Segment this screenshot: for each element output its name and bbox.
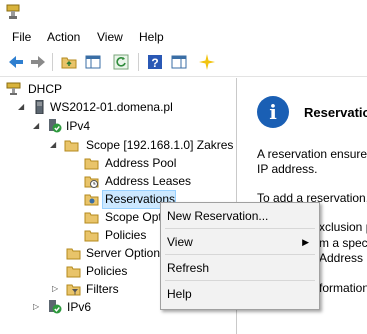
folder-up-icon[interactable] (60, 53, 78, 71)
expand-arrow-icon[interactable]: ▷ (52, 280, 62, 298)
details-text-line: formation (319, 281, 367, 295)
collapse-arrow-icon[interactable]: ◢ (18, 98, 28, 116)
context-menu: New Reservation... View ▶ Refresh Help (160, 202, 320, 310)
tree-label: Scope [192.168.1.0] Zakres D (86, 138, 237, 152)
tree-label: Policies (86, 264, 128, 278)
context-help[interactable]: Help (167, 287, 192, 301)
collapse-arrow-icon[interactable]: ◢ (50, 136, 60, 154)
context-view[interactable]: View (167, 235, 193, 249)
menu-action[interactable]: Action (47, 30, 80, 44)
context-separator (165, 280, 315, 281)
collapse-arrow-icon[interactable]: ◢ (33, 117, 43, 135)
details-text-line: Address P (319, 251, 367, 265)
folder-icon (84, 212, 99, 224)
details-text-line: m a specif (319, 236, 367, 250)
tree-label: Address Pool (105, 156, 177, 170)
properties-icon[interactable] (170, 53, 188, 71)
help-icon[interactable]: ? (146, 53, 164, 71)
menu-help[interactable]: Help (139, 30, 164, 44)
folder-clock-icon (84, 176, 99, 188)
folder-icon (66, 248, 81, 260)
toolbar-separator (138, 53, 139, 71)
folder-network-icon (84, 194, 99, 206)
title-bar (0, 0, 367, 26)
tree-label: Policies (105, 228, 147, 242)
tree-label: DHCP (28, 82, 63, 96)
tree-label: Address Leases (105, 174, 192, 188)
folder-icon (64, 140, 79, 152)
menu-view[interactable]: View (97, 30, 123, 44)
toolbar-separator (52, 53, 53, 71)
refresh-icon[interactable] (112, 53, 130, 71)
context-new-reservation[interactable]: New Reservation... (167, 209, 268, 223)
dhcp-app-icon (6, 4, 20, 19)
forward-arrow-icon[interactable] (29, 53, 47, 71)
dhcp-icon (6, 82, 21, 95)
sparkle-icon[interactable] (198, 53, 216, 71)
ipv6-check-icon (49, 300, 62, 314)
tree-label: Filters (86, 282, 119, 296)
context-separator (165, 228, 315, 229)
folder-icon (66, 266, 81, 278)
menu-file[interactable]: File (12, 30, 31, 44)
svg-text:?: ? (151, 56, 158, 70)
folder-icon (84, 158, 99, 170)
ipv4-check-icon (49, 119, 62, 133)
filter-folder-icon (66, 284, 81, 296)
context-separator (165, 254, 315, 255)
tree-label: IPv4 (66, 119, 91, 133)
tree-label: WS2012-01.domena.pl (50, 100, 173, 114)
folder-icon (84, 230, 99, 242)
details-title: Reservations (304, 105, 367, 120)
toolbar: ? (0, 48, 367, 77)
context-refresh[interactable]: Refresh (167, 261, 209, 275)
details-text-line: xclusion p (319, 220, 367, 234)
show-hide-tree-icon[interactable] (84, 53, 102, 71)
expand-arrow-icon[interactable]: ▷ (33, 298, 43, 316)
details-text-line: A reservation ensures (257, 147, 367, 161)
back-arrow-icon[interactable] (7, 53, 25, 71)
menu-bar: File Action View Help (0, 26, 367, 48)
info-icon: i (257, 96, 289, 128)
submenu-arrow-icon: ▶ (302, 237, 309, 247)
details-text-line: IP address. (257, 162, 318, 176)
tree-label: IPv6 (67, 300, 92, 314)
server-icon (35, 100, 44, 114)
tree-label: Server Options (86, 246, 167, 260)
